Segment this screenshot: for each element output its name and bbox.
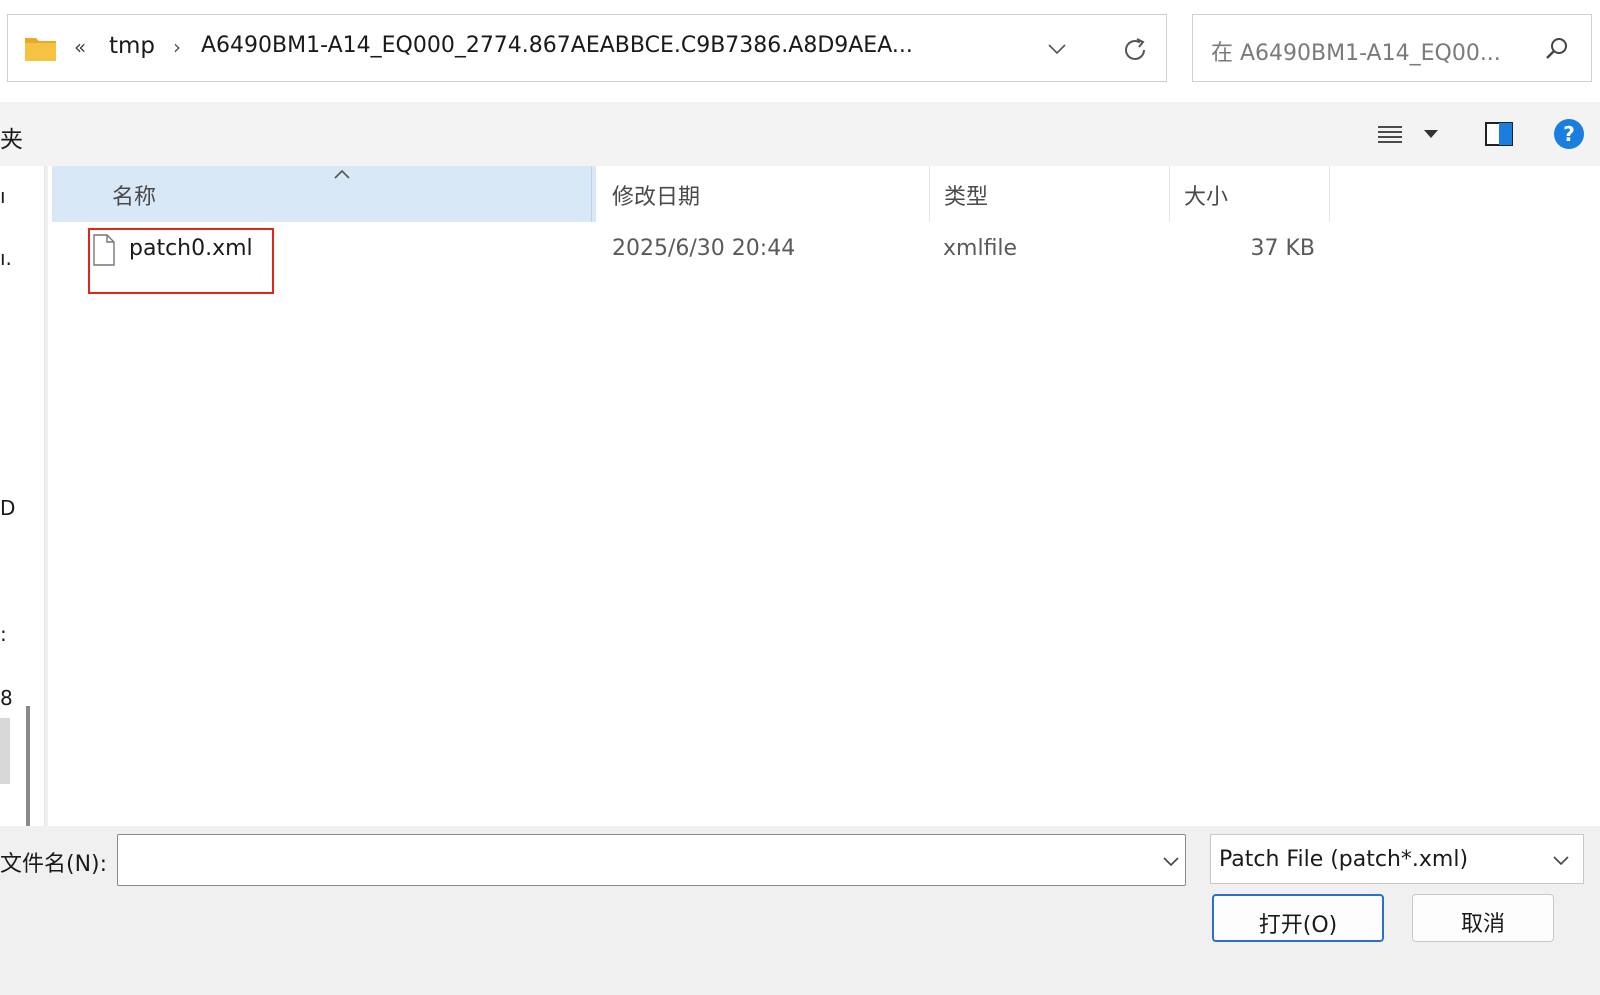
nav-item-fragment[interactable]: ı [0, 184, 6, 208]
new-folder-button-fragment[interactable]: 夹 [0, 120, 23, 154]
file-modified: 2025/6/30 20:44 [612, 236, 796, 261]
nav-item-fragment[interactable]: D [0, 496, 15, 520]
refresh-icon[interactable] [1120, 35, 1150, 65]
folder-icon [25, 38, 56, 61]
chevron-down-icon[interactable] [1161, 854, 1181, 868]
preview-pane-icon[interactable] [1484, 120, 1514, 148]
breadcrumb-tmp[interactable]: tmp [109, 33, 155, 59]
search-input[interactable]: 在 A6490BM1-A14_EQ00... [1211, 35, 1501, 67]
search-box[interactable]: 在 A6490BM1-A14_EQ00... [1192, 14, 1592, 82]
top-bar: « tmp › A6490BM1-A14_EQ000_2774.867AEABB… [0, 0, 1600, 102]
column-headers: 名称 修改日期 类型 大小 [48, 166, 1600, 222]
column-header-modified-label: 修改日期 [612, 185, 701, 210]
svg-text:?: ? [1563, 122, 1575, 146]
column-header-size[interactable]: 大小 [1170, 166, 1330, 222]
annotation-highlight-box [88, 228, 274, 294]
file-type-filter-value: Patch File (patch*.xml) [1219, 847, 1469, 872]
file-list[interactable]: 名称 修改日期 类型 大小 patch0.xml 2025/6/30 20:44… [48, 166, 1600, 826]
filename-combobox[interactable] [117, 834, 1186, 886]
help-icon[interactable]: ? [1553, 118, 1585, 150]
file-type: xmlfile [943, 236, 1018, 261]
column-header-size-label: 大小 [1184, 185, 1229, 210]
chevron-down-icon[interactable] [1046, 40, 1068, 58]
column-header-type-label: 类型 [944, 185, 989, 210]
nav-item-fragment[interactable]: ı. [0, 246, 12, 270]
cancel-button[interactable]: 取消 [1412, 894, 1554, 942]
filename-label: 文件名(N): [0, 852, 108, 877]
column-header-name-label: 名称 [112, 185, 157, 210]
dialog-footer: 文件名(N): Patch File (patch*.xml) 打开(O) 取消 [0, 826, 1600, 995]
nav-item-fragment[interactable]: 8 [0, 686, 13, 710]
address-bar[interactable]: « tmp › A6490BM1-A14_EQ000_2774.867AEABB… [7, 14, 1167, 82]
column-header-type[interactable]: 类型 [930, 166, 1170, 222]
file-type-filter[interactable]: Patch File (patch*.xml) [1210, 834, 1584, 884]
search-icon[interactable] [1544, 36, 1570, 62]
breadcrumb-current-folder[interactable]: A6490BM1-A14_EQ000_2774.867AEABBCE.C9B73… [201, 33, 913, 58]
open-button[interactable]: 打开(O) [1212, 894, 1384, 942]
nav-selected-item[interactable] [0, 718, 10, 784]
breadcrumb-separator[interactable]: › [173, 35, 181, 59]
column-header-modified[interactable]: 修改日期 [596, 166, 930, 222]
chevron-down-icon[interactable] [1551, 853, 1571, 867]
breadcrumb-overflow[interactable]: « [74, 35, 86, 59]
filename-input[interactable] [126, 845, 1126, 875]
sort-ascending-icon [334, 169, 350, 179]
nav-item-fragment[interactable]: : [0, 622, 7, 646]
view-options-dropdown-icon[interactable] [1422, 128, 1440, 140]
column-header-name[interactable]: 名称 [52, 166, 592, 222]
file-row[interactable]: patch0.xml 2025/6/30 20:44 xmlfile 37 KB [48, 228, 1600, 268]
toolbar: 夹 ? [0, 104, 1600, 166]
file-size: 37 KB [1250, 236, 1315, 261]
navigation-pane[interactable]: ı ı. D : 8 [0, 166, 45, 910]
list-view-icon[interactable] [1376, 121, 1404, 147]
